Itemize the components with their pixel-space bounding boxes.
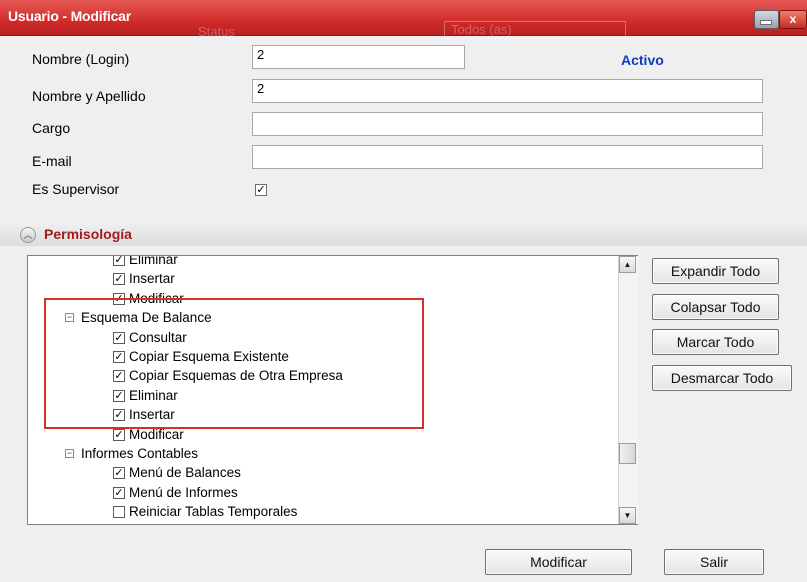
checkmark-icon: ✓ — [114, 370, 124, 383]
tree-group-row[interactable]: − Esquema De Balance — [28, 309, 619, 328]
permission-label: Insertar — [129, 271, 175, 287]
collapse-expander-icon[interactable]: ︿ — [20, 227, 36, 243]
checkmark-icon: ✓ — [114, 486, 124, 499]
scroll-up-button[interactable]: ▲ — [619, 256, 636, 273]
cargo-field[interactable] — [252, 112, 763, 136]
checkmark-icon: ✓ — [114, 409, 124, 422]
scroll-thumb[interactable] — [619, 443, 636, 464]
collapse-all-button[interactable]: Colapsar Todo — [652, 294, 779, 320]
tree-item-row[interactable]: ✓ Consultar — [28, 329, 619, 348]
login-field[interactable]: 2 — [252, 45, 465, 69]
permission-label: Menú de Informes — [129, 484, 238, 500]
checkmark-icon: ✓ — [114, 350, 124, 363]
permission-checkbox[interactable]: ✓ — [113, 428, 125, 441]
window-title: Usuario - Modificar — [8, 8, 131, 24]
tree-scrollbar[interactable]: ▲ ▼ — [618, 256, 638, 524]
modify-button[interactable]: Modificar — [485, 549, 632, 575]
checkmark-icon: ✓ — [114, 331, 124, 344]
tree-group-label: Parámetros Activo Fijo — [81, 523, 216, 524]
checkmark-icon: ✓ — [114, 467, 124, 480]
permission-label: Insertar — [129, 407, 175, 423]
minus-toggle-icon[interactable]: − — [65, 313, 74, 323]
checkmark-icon: ✓ — [114, 292, 124, 305]
tree-item-row[interactable]: ✓ Copiar Esquemas de Otra Empresa — [28, 367, 619, 386]
permission-label: Modificar — [129, 290, 184, 306]
tree-group-label: Informes Contables — [81, 445, 199, 461]
tree-item-row[interactable]: ✓ Copiar Esquema Existente — [28, 348, 619, 367]
tree-item-row[interactable]: ✓ Modificar — [28, 290, 619, 309]
tree-item-row[interactable]: Reiniciar Tablas Temporales — [28, 503, 619, 522]
checkmark-icon: ✓ — [114, 428, 124, 441]
checkmark-icon: ✓ — [114, 273, 124, 286]
minimize-button[interactable] — [754, 10, 779, 29]
uncheck-all-button[interactable]: Desmarcar Todo — [652, 365, 792, 391]
tree-group-label: Esquema De Balance — [81, 310, 212, 326]
title-bar: Usuario - Modificar Status Todos (as) x — [0, 0, 807, 39]
email-field[interactable] — [252, 145, 763, 169]
supervisor-checkbox[interactable]: ✓ — [255, 184, 267, 196]
permission-checkbox[interactable]: ✓ — [113, 409, 125, 422]
permission-checkbox[interactable]: ✓ — [113, 273, 125, 286]
checkmark-icon: ✓ — [114, 255, 124, 266]
tree-item-row[interactable]: ✓ Insertar — [28, 406, 619, 425]
ghost-status-label: Status — [198, 24, 235, 39]
supervisor-label: Es Supervisor — [32, 181, 120, 197]
status-text: Activo — [621, 52, 664, 68]
tree-item-row[interactable]: ✓ Modificar — [28, 426, 619, 445]
permission-checkbox[interactable]: ✓ — [113, 389, 125, 402]
login-label: Nombre (Login) — [32, 51, 130, 67]
ghost-status-value: Todos (as) — [451, 22, 512, 37]
checkmark-icon: ✓ — [256, 184, 266, 196]
permission-checkbox[interactable]: ✓ — [113, 255, 125, 266]
permission-label: Eliminar — [129, 387, 178, 403]
permission-checkbox[interactable]: ✓ — [113, 350, 125, 363]
permission-label: Copiar Esquemas de Otra Empresa — [129, 368, 343, 384]
permissions-tree[interactable]: ✓ Eliminar ✓ Insertar ✓ Modificar − Esquema De … — [27, 255, 638, 525]
close-icon: x — [789, 12, 797, 26]
checkmark-icon: ✓ — [114, 389, 124, 402]
permissions-title: Permisología — [44, 226, 132, 242]
permission-checkbox[interactable]: ✓ — [113, 486, 125, 499]
expand-all-button[interactable]: Expandir Todo — [652, 258, 779, 284]
permission-checkbox[interactable]: ✓ — [113, 467, 125, 480]
permission-label: Eliminar — [129, 255, 178, 267]
check-all-button[interactable]: Marcar Todo — [652, 329, 779, 355]
permission-checkbox[interactable]: ✓ — [113, 292, 125, 305]
permission-checkbox[interactable] — [113, 506, 125, 519]
exit-button[interactable]: Salir — [664, 549, 764, 575]
scroll-down-button[interactable]: ▼ — [619, 507, 636, 524]
permission-label: Modificar — [129, 426, 184, 442]
email-label: E-mail — [32, 153, 72, 169]
cargo-label: Cargo — [32, 120, 71, 136]
permission-label: Menú de Balances — [129, 465, 241, 481]
close-button[interactable]: x — [779, 10, 807, 29]
tree-item-row[interactable]: ✓ Menú de Informes — [28, 484, 619, 503]
permission-label: Consultar — [129, 329, 187, 345]
fullname-field[interactable]: 2 — [252, 79, 763, 103]
permission-label: Copiar Esquema Existente — [129, 348, 289, 364]
arrow-down-icon: ▼ — [623, 511, 632, 520]
permission-checkbox[interactable]: ✓ — [113, 331, 125, 344]
tree-group-row[interactable]: − Informes Contables — [28, 445, 619, 464]
tree-item-row[interactable]: ✓ Eliminar — [28, 255, 619, 270]
tree-item-row[interactable]: ✓ Menú de Balances — [28, 464, 619, 483]
minus-toggle-icon[interactable]: − — [65, 448, 74, 458]
tree-rows: ✓ Eliminar ✓ Insertar ✓ Modificar − Esquema De … — [28, 255, 619, 524]
tree-group-row[interactable]: −Parámetros Activo Fijo — [28, 522, 619, 524]
tree-item-row[interactable]: ✓ Insertar — [28, 270, 619, 289]
permission-checkbox[interactable]: ✓ — [113, 370, 125, 383]
arrow-up-icon: ▲ — [623, 260, 632, 269]
fullname-label: Nombre y Apellido — [32, 88, 146, 104]
permission-label: Reiniciar Tablas Temporales — [129, 504, 298, 520]
tree-item-row[interactable]: ✓ Eliminar — [28, 387, 619, 406]
